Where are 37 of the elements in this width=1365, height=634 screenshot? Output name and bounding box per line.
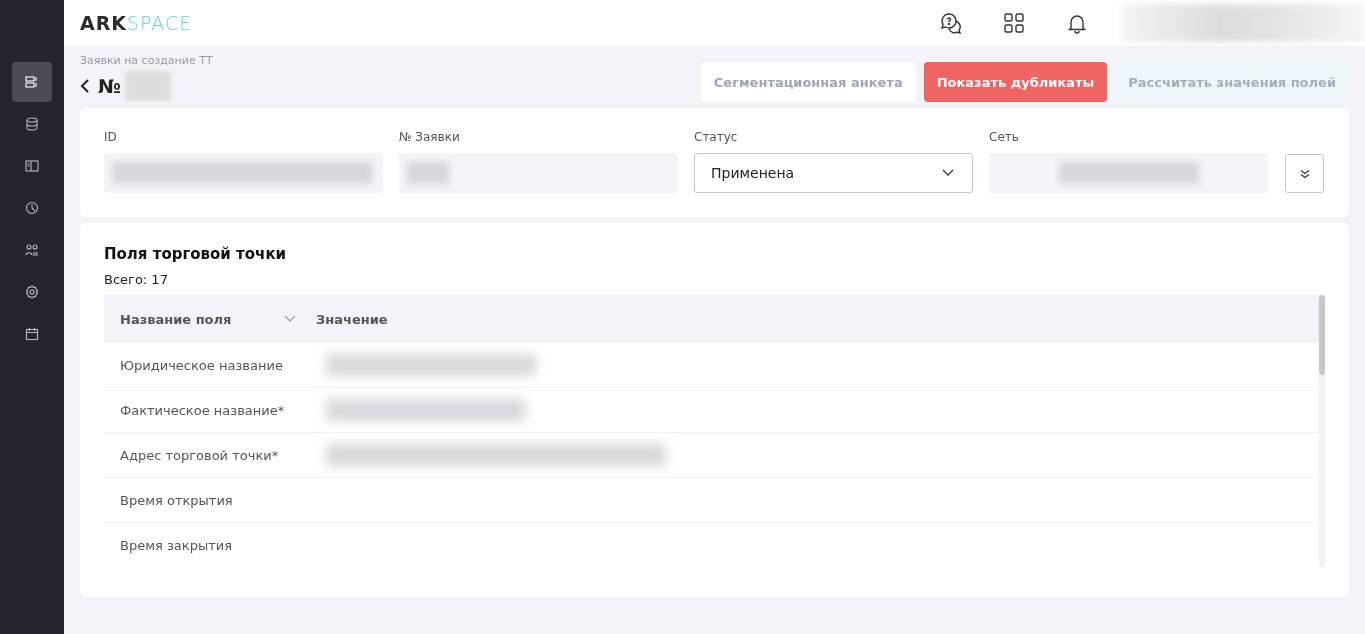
total-count: Всего: 17 — [104, 272, 169, 287]
apps-grid-icon[interactable] — [1003, 12, 1025, 34]
field-name: Юридическое название — [120, 357, 283, 373]
field-label: ID — [104, 130, 118, 144]
survey-button[interactable]: Сегментационная анкета — [700, 62, 916, 102]
column-header: Значение — [316, 311, 388, 327]
help-chat-icon[interactable] — [940, 12, 962, 34]
field-name: Время открытия — [120, 492, 233, 508]
show-duplicates-button[interactable]: Показать дубликаты — [923, 62, 1108, 102]
breadcrumb-link[interactable]: Заявки на создание ТТ — [80, 54, 213, 67]
scrollbar[interactable] — [1319, 295, 1325, 567]
field-name: Время закрытия — [120, 537, 233, 553]
page-title: № — [98, 75, 121, 97]
logo: ARKSPACE — [80, 12, 193, 34]
sort-chevron-icon[interactable] — [284, 315, 296, 323]
users-icon — [25, 243, 39, 257]
book-icon — [25, 159, 39, 173]
notification-bell-icon[interactable] — [1066, 12, 1088, 34]
field-label: Сеть — [989, 130, 1020, 144]
clock-icon — [25, 201, 39, 215]
list-icon — [25, 75, 39, 89]
field-label: № Заявки — [399, 130, 461, 144]
field-name: Адрес торговой точки* — [120, 447, 279, 463]
status-select[interactable]: Применена — [694, 153, 973, 193]
sidebar-nav-button[interactable] — [12, 62, 52, 102]
column-header[interactable]: Название поля — [120, 311, 232, 327]
settings-icon — [25, 285, 39, 299]
database-icon — [25, 117, 39, 131]
back-chevron-icon[interactable] — [80, 78, 90, 94]
redacted-number — [124, 71, 171, 101]
field-label: Статус — [694, 130, 739, 144]
calendar-icon — [25, 327, 39, 341]
chevron-down-icon — [942, 169, 954, 177]
calculate-button[interactable]: Рассчитать значения полей — [1115, 62, 1349, 102]
section-title: Поля торговой точки — [104, 245, 288, 263]
double-chevron-down-icon — [1299, 168, 1310, 179]
field-name: Фактическое название* — [120, 402, 285, 418]
